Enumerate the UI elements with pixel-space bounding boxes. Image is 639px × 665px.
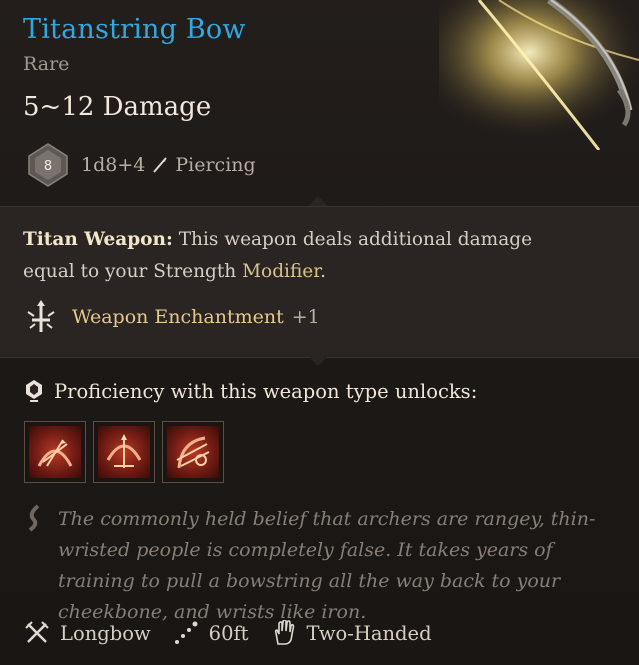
titan-weapon-modifier[interactable]: Modifier xyxy=(242,261,320,282)
skill-slot-3[interactable] xyxy=(162,421,224,483)
panel-notch-top xyxy=(308,196,328,206)
weapon-handedness: Two-Handed xyxy=(306,621,432,645)
bow-artwork xyxy=(439,0,639,150)
die-label: 8 xyxy=(44,159,52,174)
weapon-range: 60ft xyxy=(208,621,249,645)
titan-weapon-heading: Titan Weapon: xyxy=(23,229,173,250)
d8-die-icon: 8 xyxy=(28,143,68,187)
proficiency-row: Proficiency with this weapon type unlock… xyxy=(24,379,477,403)
damage-type: Piercing xyxy=(175,154,256,176)
item-tooltip: Titanstring Bow Rare 5~12 Damage 8 1d8+4… xyxy=(0,0,639,665)
enchantment-value: +1 xyxy=(291,306,320,328)
titan-weapon-description: Titan Weapon: This weapon deals addition… xyxy=(23,224,583,288)
proficiency-icon xyxy=(26,380,42,402)
damage-formula: 1d8+4 xyxy=(81,154,146,176)
damage-dice-row: 8 1d8+4 Piercing xyxy=(25,142,256,188)
item-rarity: Rare xyxy=(23,53,70,75)
range-stat: 60ft xyxy=(173,620,249,646)
hand-icon xyxy=(274,620,294,645)
panel-notch-bottom xyxy=(308,356,328,366)
sword-enchantment-icon xyxy=(27,300,55,332)
skill-3-icon xyxy=(176,436,210,469)
weapon-stats: Longbow 60ft Two-Handed xyxy=(24,620,454,646)
range-icon xyxy=(174,621,198,644)
weapon-type-stat: Longbow xyxy=(24,620,151,646)
skill-1-icon xyxy=(37,439,73,467)
quill-icon xyxy=(28,504,40,532)
item-damage: 5~12 Damage xyxy=(23,92,212,122)
handedness-stat: Two-Handed xyxy=(271,620,432,646)
titan-weapon-text-2: . xyxy=(320,261,326,282)
damage-formula-group: 1d8+4 Piercing xyxy=(81,154,256,176)
skill-slot-1[interactable] xyxy=(24,421,86,483)
item-name: Titanstring Bow xyxy=(23,14,246,45)
unlocked-skills xyxy=(24,421,224,483)
flavor-text: The commonly held belief that archers ar… xyxy=(58,508,596,623)
proficiency-label: Proficiency with this weapon type unlock… xyxy=(54,379,478,403)
enchantment-row[interactable]: Weapon Enchantment +1 xyxy=(24,300,320,334)
weapon-type: Longbow xyxy=(60,621,151,645)
piercing-icon xyxy=(153,157,168,173)
skill-2-icon xyxy=(106,434,142,468)
crossed-swords-icon xyxy=(25,621,49,643)
skill-slot-2[interactable] xyxy=(93,421,155,483)
enchantment-name: Weapon Enchantment xyxy=(72,306,284,328)
